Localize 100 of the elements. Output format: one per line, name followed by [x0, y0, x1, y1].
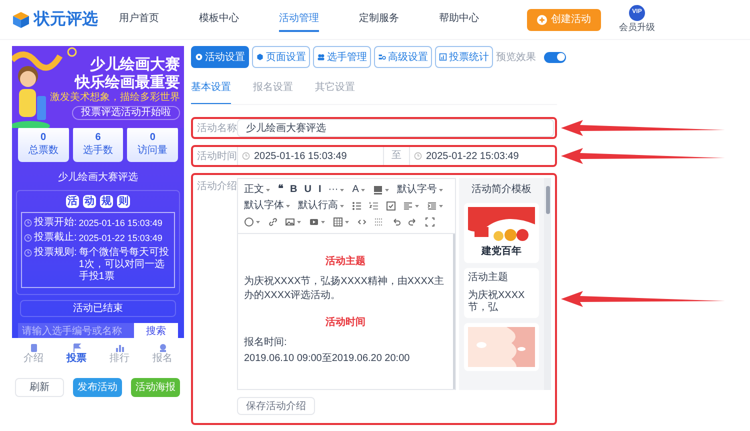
- save-intro-button[interactable]: 保存活动介绍: [237, 397, 315, 415]
- link-icon[interactable]: [268, 217, 278, 227]
- toolbar-dropdown[interactable]: A: [352, 183, 366, 197]
- caret-icon: [438, 203, 444, 209]
- end-date-field[interactable]: 2025-01-22 15:03:49: [409, 147, 555, 165]
- template-card[interactable]: 活动主题 为庆祝XXXX节，弘: [464, 268, 539, 318]
- tab-icon: [72, 342, 82, 352]
- scrollbar[interactable]: [544, 178, 551, 390]
- stat-label: 选手数: [83, 144, 113, 157]
- search-button[interactable]: 搜索: [134, 323, 178, 338]
- activity-title: 少儿绘画大赛评选: [57, 170, 139, 185]
- checkbox-icon[interactable]: [386, 201, 396, 211]
- stat-label: 总票数: [28, 144, 58, 157]
- rule-label: 投票开始:: [34, 217, 77, 229]
- clock-icon: [24, 234, 32, 242]
- nav-link[interactable]: 帮助中心: [439, 7, 479, 32]
- color-icon[interactable]: [372, 185, 383, 195]
- toolbar-button[interactable]: ❝: [278, 183, 283, 197]
- content-paragraph: 2019.06.10 09:00至2019.06.20 20:00: [244, 352, 411, 366]
- stat-value: 6: [95, 131, 101, 144]
- settings-tab[interactable]: 活动设置: [191, 46, 249, 68]
- activity-status-bar: 活动已结束: [20, 300, 176, 317]
- toolbar-dropdown[interactable]: ···: [328, 183, 346, 197]
- settings-tab[interactable]: 页面设置: [252, 46, 310, 68]
- tab-icon: [28, 342, 38, 352]
- banner-title: 少儿绘画大赛: [90, 56, 180, 74]
- clock-icon: [414, 152, 422, 160]
- stat-label: 访问量: [138, 144, 168, 157]
- caret-icon: [339, 203, 345, 209]
- content-paragraph: 报名时间:: [244, 336, 288, 350]
- field-label: 活动名称: [197, 122, 237, 136]
- caret-icon: [296, 219, 302, 225]
- tab-icon: [195, 53, 203, 61]
- caret-icon: [360, 187, 366, 193]
- vip-label[interactable]: 会员升级: [619, 20, 655, 34]
- toolbar-dropdown[interactable]: 默认字号: [396, 183, 444, 197]
- caret-icon: [344, 219, 350, 225]
- template-card[interactable]: 建党百年: [464, 203, 539, 263]
- toolbar-dropdown[interactable]: 正文: [244, 183, 271, 197]
- code-icon[interactable]: [357, 217, 367, 227]
- caret-icon: [339, 187, 346, 193]
- bottom-nav-item[interactable]: 投票: [66, 342, 86, 364]
- toolbar-button[interactable]: B: [290, 183, 298, 197]
- field-label: 活动时间: [196, 150, 237, 164]
- video-icon[interactable]: [309, 217, 319, 227]
- template-text: 活动主题: [468, 272, 508, 284]
- redo-icon[interactable]: [408, 217, 418, 227]
- action-button[interactable]: 刷新: [15, 378, 64, 397]
- logo-text: 状元评选: [34, 10, 98, 30]
- start-date-field[interactable]: 2025-01-16 15:03:49: [237, 147, 383, 165]
- nav-link[interactable]: 活动管理: [279, 7, 319, 32]
- clock-icon: [242, 152, 250, 160]
- sub-tab[interactable]: 基本设置: [191, 76, 231, 104]
- settings-tab[interactable]: 选手管理: [313, 46, 371, 68]
- bullet-list-icon[interactable]: [352, 201, 362, 211]
- banner-title: 快乐绘画最重要: [75, 74, 180, 92]
- table-icon[interactable]: [333, 217, 343, 227]
- rules-heading-char: 则: [117, 195, 130, 208]
- settings-tab[interactable]: 投票统计: [435, 46, 493, 68]
- stat-value: 0: [40, 131, 46, 144]
- circle-icon[interactable]: [244, 217, 254, 227]
- caret-icon: [265, 187, 271, 193]
- tab-icon: [114, 342, 124, 352]
- toolbar-button[interactable]: U: [304, 183, 312, 197]
- fullscreen-icon[interactable]: [425, 217, 435, 227]
- image-icon[interactable]: [285, 217, 295, 227]
- numbered-list-icon[interactable]: [369, 201, 379, 211]
- stat-value: 0: [150, 131, 156, 144]
- undo-icon[interactable]: [391, 217, 401, 227]
- tab-icon: [158, 342, 168, 352]
- toolbar-dropdown[interactable]: 默认字体: [244, 199, 291, 213]
- indent-icon[interactable]: [427, 201, 437, 211]
- tab-icon: [378, 53, 386, 61]
- preview-toggle-label: 预览效果: [496, 50, 536, 64]
- plus-icon: [537, 14, 547, 24]
- rich-text-editor[interactable]: 正文 ❝ B U I ··· A 默认字号 默认字体 默认行高 活动主题 为庆祝XXXX节，弘扬XXXX精神，由XXXX主办的XXXX评选活动。 活动时间 报名时间: 2019.06.10 09:00至2019.06.20 20:00: [237, 178, 456, 390]
- rules-heading-char: 动: [83, 195, 96, 208]
- toolbar-dropdown[interactable]: 默认行高: [298, 199, 345, 213]
- range-separator: 至: [392, 150, 402, 162]
- banner-tag: 投票评选活动开始啦: [72, 106, 180, 120]
- caret-icon: [255, 219, 261, 225]
- content-heading: 活动主题: [324, 254, 366, 269]
- template-text: 为庆祝XXXX节，弘: [468, 290, 526, 314]
- rule-value: 2025-01-22 15:03:49: [78, 232, 162, 244]
- nav-link[interactable]: 用户首页: [119, 7, 159, 32]
- tab-icon: [256, 53, 264, 61]
- template-caption: 建党百年: [482, 244, 522, 259]
- nav-link[interactable]: 模板中心: [199, 7, 239, 32]
- clock-icon: [24, 249, 32, 257]
- nav-link[interactable]: 定制服务: [359, 7, 399, 32]
- cube-logo-icon: [12, 10, 30, 28]
- align-icon[interactable]: [403, 201, 413, 211]
- toolbar-button[interactable]: I: [318, 183, 322, 197]
- name-input[interactable]: 少儿绘画大赛评选: [237, 119, 554, 137]
- tab-icon: [439, 53, 447, 61]
- settings-tab[interactable]: 高级设置: [374, 46, 432, 68]
- caret-icon: [384, 187, 390, 193]
- preview-toggle[interactable]: [544, 52, 566, 62]
- divider-icon[interactable]: [374, 217, 384, 227]
- content-heading: 活动时间: [324, 316, 366, 330]
